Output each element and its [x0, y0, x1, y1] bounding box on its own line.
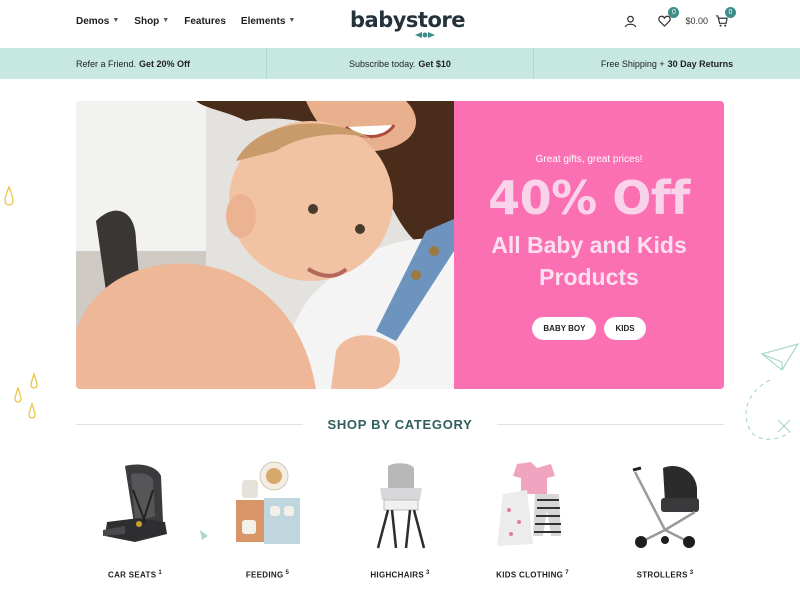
promo-referral[interactable]: Refer a Friend. Get 20% Off [0, 48, 267, 79]
raindrops-decoration [14, 372, 38, 419]
chevron-down-icon: ▼ [112, 17, 120, 24]
nav-item-features[interactable]: Features [184, 16, 226, 27]
nav-item-demos[interactable]: Demos ▼ [76, 16, 119, 27]
paper-plane-decoration [745, 343, 800, 440]
category-strollers[interactable]: STROLLERS 3 [606, 455, 724, 585]
promo-bar: Refer a Friend. Get 20% Off Subscribe to… [0, 48, 800, 79]
nav-item-shop[interactable]: Shop ▼ [134, 16, 169, 27]
promo-bold: Get $10 [418, 58, 451, 69]
promo-bold: Get 20% Off [139, 58, 191, 69]
section-title: SHOP BY CATEGORY [327, 416, 473, 432]
baby-boy-button[interactable]: BABY BOY [532, 317, 597, 340]
hero-subtitle: Great gifts, great prices! [535, 154, 643, 165]
hero-banner: Great gifts, great prices! 40% Off All B… [76, 101, 724, 389]
promo-text: Subscribe today. [349, 58, 416, 69]
nav-item-elements[interactable]: Elements ▼ [241, 16, 295, 27]
chevron-down-icon: ▼ [162, 17, 170, 24]
section-header: SHOP BY CATEGORY [76, 416, 724, 432]
category-list: CAR SEATS 1 FEEDING 5 HIGHCHAIRS 3 KIDS … [76, 455, 724, 585]
category-label: CAR SEATS 1 [108, 570, 162, 580]
bow-icon [415, 32, 435, 38]
wishlist-button[interactable]: 0 [657, 7, 680, 28]
kids-clothing-image [483, 455, 583, 555]
category-name: CAR SEATS [108, 570, 157, 580]
hero-buttons: BABY BOY KIDS [454, 317, 724, 340]
category-name: FEEDING [245, 570, 284, 580]
hero-headline: 40% Off [488, 171, 690, 225]
promo-text: Refer a Friend. [75, 58, 136, 69]
category-kids-clothing[interactable]: KIDS CLOTHING 7 [474, 455, 592, 585]
hero-photo [76, 101, 454, 389]
category-label: FEEDING 5 [246, 570, 289, 580]
cart-icon: 0 [714, 7, 736, 28]
main-nav: Demos ▼ Shop ▼ Features Elements ▼ [76, 16, 295, 27]
promo-subscribe[interactable]: Subscribe today. Get $10 [267, 48, 534, 79]
hero-promo-panel: Great gifts, great prices! 40% Off All B… [454, 101, 724, 389]
chevron-down-icon: ▼ [288, 17, 296, 24]
user-icon[interactable] [623, 14, 637, 28]
nav-label: Elements [240, 16, 286, 27]
header-actions: 0 $0.00 0 [623, 7, 736, 28]
logo-text: babystore [350, 8, 466, 32]
category-feeding[interactable]: FEEDING 5 [209, 455, 327, 585]
divider [76, 423, 304, 425]
mother-baby-illustration [76, 101, 454, 389]
cart-count-badge: 0 [725, 7, 736, 18]
feeding-image [218, 455, 318, 555]
promo-bold: 30 Day Returns [667, 58, 734, 69]
category-highchairs[interactable]: HIGHCHAIRS 3 [341, 455, 459, 585]
category-name: KIDS CLOTHING [496, 570, 564, 580]
highchair-image [350, 455, 450, 555]
kids-button[interactable]: KIDS [604, 317, 646, 340]
category-label: STROLLERS 3 [637, 570, 694, 580]
category-count: 3 [689, 570, 694, 576]
divider [496, 423, 724, 425]
cart-button[interactable]: $0.00 0 [685, 7, 736, 28]
site-header: Demos ▼ Shop ▼ Features Elements ▼ babys… [0, 0, 800, 48]
category-name: HIGHCHAIRS [370, 570, 425, 580]
stroller-image [615, 455, 715, 555]
category-label: KIDS CLOTHING 7 [496, 570, 569, 580]
hero-line-2: Products [539, 264, 639, 290]
category-count: 3 [426, 570, 430, 576]
nav-label: Features [184, 16, 226, 27]
promo-shipping[interactable]: Free Shipping + 30 Day Returns [534, 48, 800, 79]
category-count: 7 [565, 570, 569, 576]
site-logo[interactable]: babystore [350, 8, 466, 32]
category-count: 1 [158, 570, 162, 576]
heart-icon [658, 15, 671, 27]
hero-line-1: All Baby and Kids [491, 232, 687, 258]
wishlist-count-badge: 0 [668, 7, 680, 18]
category-name: STROLLERS [636, 570, 688, 580]
cart-total: $0.00 [685, 16, 708, 26]
category-count: 5 [285, 570, 290, 576]
nav-label: Demos [76, 16, 110, 27]
raindrops-decoration [4, 185, 14, 206]
car-seat-image [85, 455, 185, 555]
promo-text: Free Shipping + [600, 58, 665, 69]
category-label: HIGHCHAIRS 3 [370, 570, 429, 580]
category-car-seats[interactable]: CAR SEATS 1 [76, 455, 194, 585]
nav-label: Shop [134, 16, 160, 27]
